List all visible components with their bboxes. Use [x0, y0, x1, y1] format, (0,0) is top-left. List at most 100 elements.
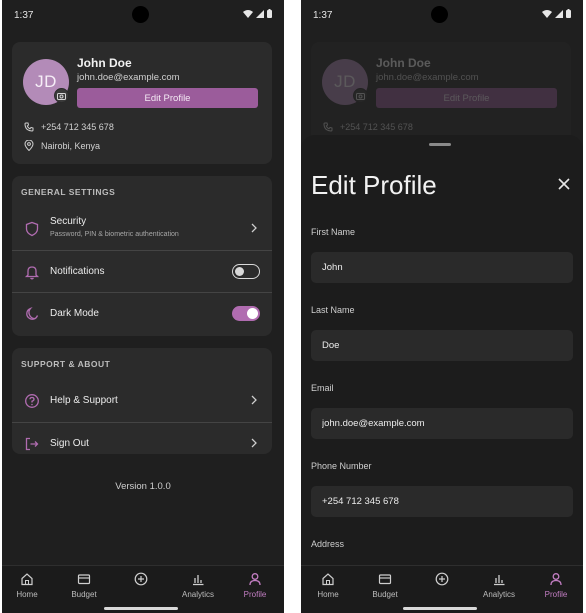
phone-text: +254 712 345 678 — [340, 122, 413, 132]
general-settings-card: GENERAL SETTINGS Security Password, PIN … — [12, 176, 272, 336]
wifi-icon — [243, 9, 253, 18]
profile-card: JD John Doe john.doe@example.com Edit Pr… — [12, 42, 272, 164]
chevron-right-icon — [251, 223, 257, 233]
nav-budget-label: Budget — [372, 590, 398, 599]
person-icon — [550, 573, 562, 586]
settings-row-dark-mode: Dark Mode — [12, 292, 272, 334]
location-pin-icon — [24, 140, 34, 151]
status-bar: 1:37 — [2, 0, 284, 30]
edit-profile-screen: 1:37 JD John Doe john.doe@example.com Ed… — [301, 0, 583, 613]
edit-profile-button[interactable]: Edit Profile — [77, 88, 258, 108]
person-icon — [249, 573, 261, 586]
signal-icon — [256, 9, 264, 18]
wallet-icon — [378, 574, 392, 585]
nav-profile[interactable]: Profile — [531, 572, 581, 599]
bell-icon — [24, 266, 40, 280]
nav-analytics-label: Analytics — [482, 590, 515, 599]
add-circle-icon — [435, 572, 449, 586]
support-card: SUPPORT & ABOUT Help & Support Sign Out — [12, 348, 272, 454]
home-icon — [322, 573, 334, 586]
phone-row: +254 712 345 678 — [24, 122, 114, 132]
nav-budget-label: Budget — [71, 590, 97, 599]
edit-profile-button: Edit Profile — [376, 88, 557, 108]
dark-mode-label: Dark Mode — [50, 308, 99, 319]
toggle-knob — [235, 266, 244, 276]
nav-profile[interactable]: Profile — [230, 572, 280, 599]
nav-profile-label: Profile — [544, 590, 568, 599]
notifications-toggle[interactable] — [232, 264, 260, 279]
notifications-label: Notifications — [50, 266, 105, 277]
profile-name: John Doe — [376, 56, 431, 70]
camera-icon[interactable] — [54, 88, 69, 103]
gesture-bar — [403, 607, 477, 610]
chevron-right-icon — [251, 438, 257, 448]
last-name-field[interactable] — [311, 330, 573, 361]
profile-screen: 1:37 JD John Doe john.doe@example.com Ed… — [2, 0, 284, 613]
nav-add[interactable] — [417, 572, 467, 586]
gesture-bar — [104, 607, 178, 610]
sign-out-label: Sign Out — [50, 438, 89, 449]
close-icon[interactable] — [557, 177, 571, 191]
drag-handle[interactable] — [429, 143, 451, 146]
sign-out-icon — [25, 437, 39, 451]
phone-text: +254 712 345 678 — [41, 122, 114, 132]
settings-row-security[interactable]: Security Password, PIN & biometric authe… — [12, 208, 272, 250]
nav-analytics[interactable]: Analytics — [474, 572, 524, 599]
last-name-label: Last Name — [311, 305, 355, 315]
security-label: Security — [50, 216, 87, 227]
settings-row-help[interactable]: Help & Support — [12, 380, 272, 422]
dimmed-background: JD John Doe john.doe@example.com Edit Pr… — [301, 0, 583, 164]
bar-chart-icon — [193, 575, 204, 586]
nav-home[interactable]: Home — [2, 572, 52, 599]
dark-mode-toggle[interactable] — [232, 306, 260, 321]
first-name-label: First Name — [311, 227, 356, 237]
profile-email: john.doe@example.com — [376, 72, 479, 83]
chevron-right-icon — [251, 395, 257, 405]
settings-row-notifications: Notifications — [12, 250, 272, 292]
toggle-knob — [247, 308, 258, 319]
sheet-title: Edit Profile — [311, 170, 437, 200]
location-row: Nairobi, Kenya — [24, 140, 100, 151]
nav-budget[interactable]: Budget — [59, 572, 109, 599]
camera-cutout — [132, 6, 149, 23]
email-label: Email — [311, 383, 334, 393]
bottom-nav: Home Budget Analytics Profile — [301, 565, 583, 613]
nav-analytics[interactable]: Analytics — [173, 572, 223, 599]
nav-analytics-label: Analytics — [181, 590, 214, 599]
phone-icon — [323, 122, 333, 132]
add-circle-icon — [134, 572, 148, 586]
help-support-label: Help & Support — [50, 395, 118, 406]
nav-home[interactable]: Home — [303, 572, 353, 599]
nav-home-label: Home — [317, 590, 339, 599]
phone-number-label: Phone Number — [311, 461, 372, 471]
bar-chart-icon — [494, 575, 505, 586]
first-name-field[interactable] — [311, 252, 573, 283]
support-header: SUPPORT & ABOUT — [21, 359, 111, 369]
address-label: Address — [311, 539, 345, 549]
location-text: Nairobi, Kenya — [41, 140, 101, 151]
moon-icon — [26, 307, 39, 320]
nav-add[interactable] — [116, 572, 166, 586]
wallet-icon — [77, 574, 91, 585]
profile-email: john.doe@example.com — [77, 72, 180, 83]
nav-budget[interactable]: Budget — [360, 572, 410, 599]
security-subtitle: Password, PIN & biometric authentication — [50, 231, 179, 238]
profile-name: John Doe — [77, 56, 132, 70]
status-icons — [243, 9, 272, 18]
status-time: 1:37 — [14, 10, 34, 21]
nav-home-label: Home — [16, 590, 38, 599]
bottom-nav: Home Budget Analytics Profile — [2, 565, 284, 613]
shield-icon — [25, 221, 39, 237]
general-settings-header: GENERAL SETTINGS — [21, 187, 116, 197]
phone-icon — [24, 122, 34, 132]
battery-icon — [267, 9, 272, 18]
phone-row: +254 712 345 678 — [323, 122, 413, 132]
email-field[interactable] — [311, 408, 573, 439]
nav-profile-label: Profile — [243, 590, 267, 599]
home-icon — [21, 573, 33, 586]
help-circle-icon — [25, 394, 39, 408]
phone-number-field[interactable] — [311, 486, 573, 517]
version-text: Version 1.0.0 — [115, 481, 171, 492]
settings-row-sign-out[interactable]: Sign Out — [12, 422, 272, 464]
camera-icon — [353, 88, 368, 103]
